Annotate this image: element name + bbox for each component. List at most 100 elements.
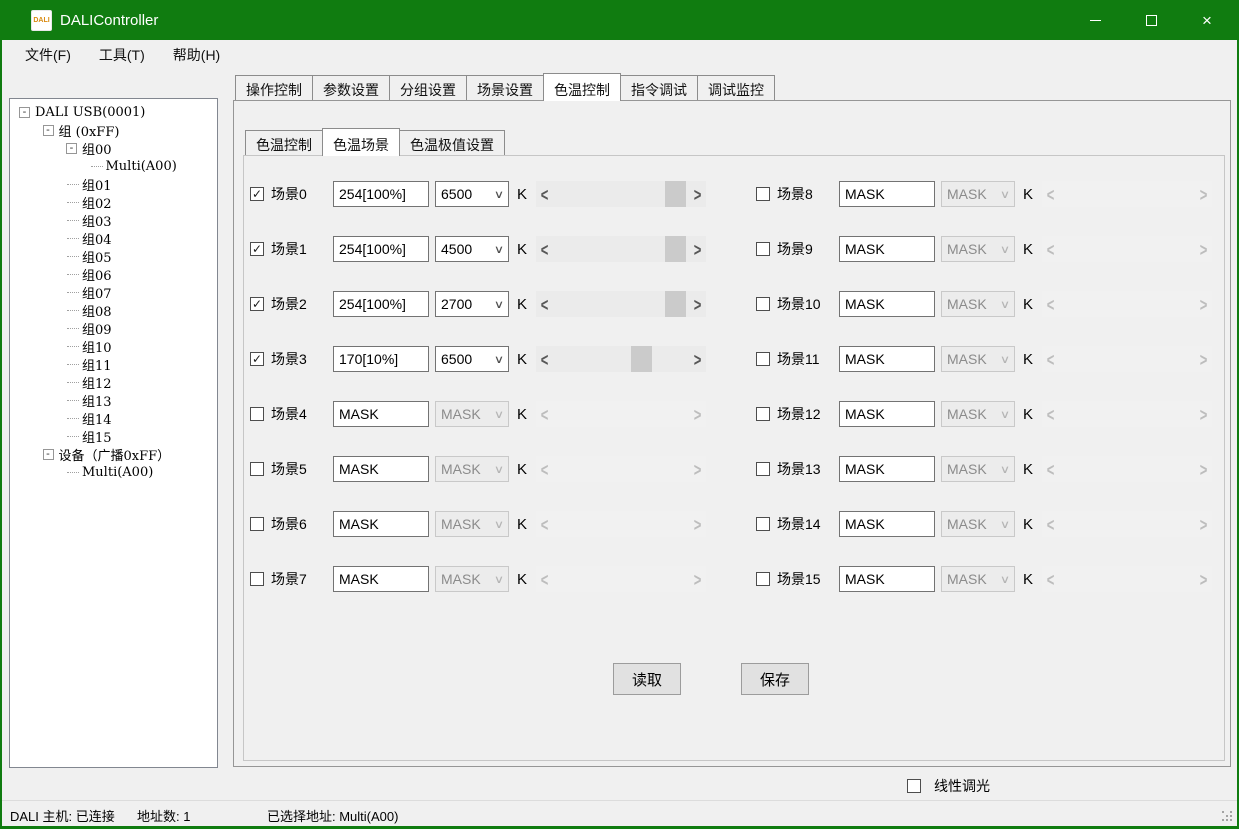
save-button[interactable]: 保存 [741,663,809,695]
scene-temp-select[interactable]: MASK ∨ [941,511,1015,537]
scroll-left-icon[interactable]: < [1042,561,1059,597]
scrollbar-track[interactable] [553,401,689,427]
scene-temp-select[interactable]: 6500 ∨ [435,346,509,372]
tree-item[interactable]: -DALI USB(0001) [10,103,217,121]
scene-checkbox[interactable] [250,572,264,586]
scene-temp-select[interactable]: MASK ∨ [941,456,1015,482]
scrollbar-track[interactable] [1059,566,1195,592]
tree-item[interactable]: 组11 [10,355,217,373]
scene-temp-select[interactable]: MASK ∨ [941,401,1015,427]
tab-5[interactable]: 指令调试 [620,75,698,100]
temp-scrollbar[interactable]: < > [1042,291,1212,317]
scrollbar-track[interactable] [1059,236,1195,262]
tree-item[interactable]: 组12 [10,373,217,391]
scrollbar-track[interactable] [1059,291,1195,317]
tree-item[interactable]: 组01 [10,175,217,193]
scrollbar-track[interactable] [553,181,689,207]
tree-item[interactable]: 组06 [10,265,217,283]
tab-0[interactable]: 操作控制 [235,75,313,100]
scene-checkbox[interactable] [756,572,770,586]
scroll-left-icon[interactable]: < [536,286,553,322]
resize-grip-icon[interactable] [1221,810,1233,822]
temp-scrollbar[interactable]: < > [536,456,706,482]
scene-checkbox[interactable] [756,187,770,201]
scroll-left-icon[interactable]: < [536,451,553,487]
scene-checkbox[interactable] [756,462,770,476]
scroll-right-icon[interactable]: > [689,176,706,212]
scroll-left-icon[interactable]: < [1042,451,1059,487]
scroll-right-icon[interactable]: > [689,341,706,377]
scrollbar-track[interactable] [1059,401,1195,427]
scene-temp-select[interactable]: MASK ∨ [941,291,1015,317]
scroll-left-icon[interactable]: < [1042,176,1059,212]
temp-scrollbar[interactable]: < > [536,291,706,317]
tree-item[interactable]: Multi(A00) [10,463,217,481]
scene-level-input[interactable] [839,511,935,537]
scene-temp-select[interactable]: MASK ∨ [435,401,509,427]
tree-item[interactable]: 组13 [10,391,217,409]
scrollbar-track[interactable] [553,566,689,592]
temp-scrollbar[interactable]: < > [1042,456,1212,482]
scene-level-input[interactable] [839,346,935,372]
tab-1[interactable]: 参数设置 [312,75,390,100]
scroll-right-icon[interactable]: > [1195,286,1212,322]
temp-scrollbar[interactable]: < > [1042,236,1212,262]
scrollbar-thumb[interactable] [665,181,686,207]
scene-level-input[interactable] [333,236,429,262]
scene-level-input[interactable] [839,236,935,262]
scene-temp-select[interactable]: MASK ∨ [435,511,509,537]
scene-checkbox[interactable] [250,462,264,476]
tree-item[interactable]: 组07 [10,283,217,301]
scroll-left-icon[interactable]: < [536,176,553,212]
menu-item[interactable]: 帮助(H) [159,40,234,70]
scene-checkbox[interactable] [756,407,770,421]
scroll-right-icon[interactable]: > [1195,506,1212,542]
scrollbar-track[interactable] [553,236,689,262]
scene-checkbox[interactable] [250,517,264,531]
tree-item[interactable]: 组02 [10,193,217,211]
scroll-left-icon[interactable]: < [1042,396,1059,432]
tree-item[interactable]: 组10 [10,337,217,355]
scene-temp-select[interactable]: MASK ∨ [435,566,509,592]
temp-scrollbar[interactable]: < > [1042,511,1212,537]
scroll-right-icon[interactable]: > [1195,231,1212,267]
scene-checkbox[interactable] [756,517,770,531]
scene-checkbox[interactable]: ✓ [250,352,264,366]
scene-temp-select[interactable]: 6500 ∨ [435,181,509,207]
scroll-right-icon[interactable]: > [689,451,706,487]
scene-level-input[interactable] [333,456,429,482]
tree-item[interactable]: Multi(A00) [10,157,217,175]
subtab-0[interactable]: 色温控制 [245,130,323,155]
temp-scrollbar[interactable]: < > [1042,346,1212,372]
scrollbar-track[interactable] [1059,181,1195,207]
tree-item[interactable]: 组05 [10,247,217,265]
scene-checkbox[interactable]: ✓ [250,242,264,256]
temp-scrollbar[interactable]: < > [1042,566,1212,592]
scroll-right-icon[interactable]: > [689,396,706,432]
scrollbar-track[interactable] [553,456,689,482]
scrollbar-thumb[interactable] [665,236,686,262]
tree-item[interactable]: 组14 [10,409,217,427]
scene-level-input[interactable] [333,566,429,592]
scene-temp-select[interactable]: 4500 ∨ [435,236,509,262]
scroll-left-icon[interactable]: < [1042,231,1059,267]
scene-checkbox[interactable]: ✓ [250,187,264,201]
scene-level-input[interactable] [333,401,429,427]
scrollbar-thumb[interactable] [665,291,686,317]
temp-scrollbar[interactable]: < > [1042,181,1212,207]
linear-dimming-checkbox[interactable] [907,779,921,793]
scene-level-input[interactable] [839,181,935,207]
temp-scrollbar[interactable]: < > [536,346,706,372]
scroll-left-icon[interactable]: < [1042,341,1059,377]
tree-item[interactable]: 组09 [10,319,217,337]
minimize-button[interactable] [1067,0,1123,40]
scroll-left-icon[interactable]: < [536,341,553,377]
scene-checkbox[interactable] [756,352,770,366]
scene-level-input[interactable] [839,566,935,592]
temp-scrollbar[interactable]: < > [536,566,706,592]
scene-temp-select[interactable]: MASK ∨ [941,236,1015,262]
tree-item[interactable]: 组04 [10,229,217,247]
tree-item[interactable]: 组15 [10,427,217,445]
scroll-right-icon[interactable]: > [1195,341,1212,377]
scroll-right-icon[interactable]: > [1195,176,1212,212]
